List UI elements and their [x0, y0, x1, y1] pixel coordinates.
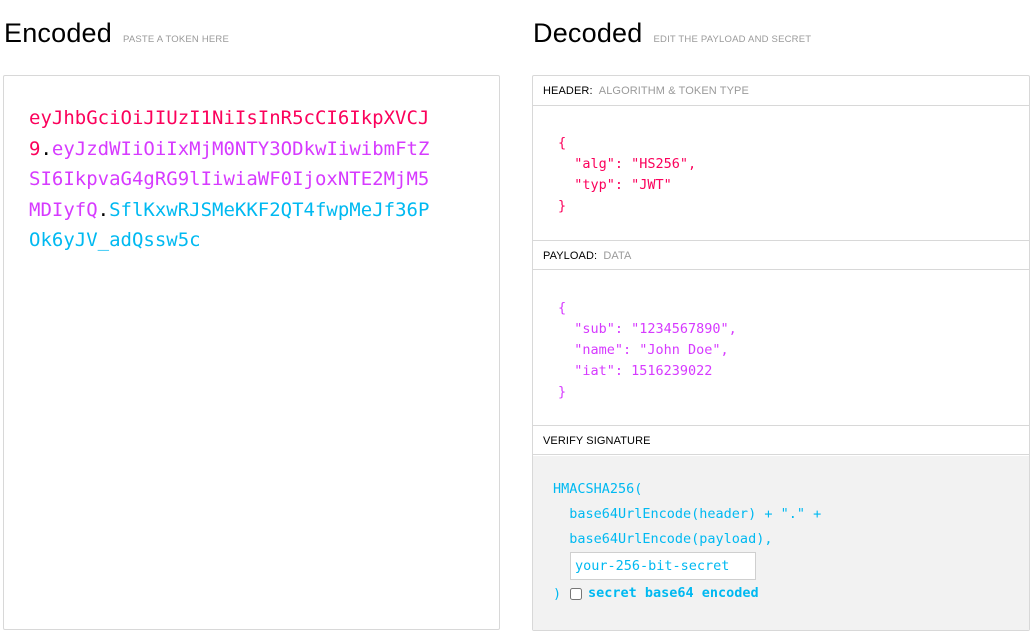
verify-section-title: VERIFY SIGNATURE [533, 425, 1029, 455]
encoded-title-group: Encoded PASTE A TOKEN HERE [4, 18, 229, 49]
payload-json-editor[interactable]: { "sub": "1234567890", "name": "John Doe… [558, 298, 737, 403]
header-section-title: HEADER: ALGORITHM & TOKEN TYPE [533, 76, 1029, 106]
close-paren: ) [553, 586, 562, 602]
verify-section-label: VERIFY SIGNATURE [543, 435, 651, 447]
header-json-editor[interactable]: { "alg": "HS256", "typ": "JWT" } [558, 133, 696, 217]
decoded-title: Decoded [533, 18, 643, 48]
header-encode-line: base64UrlEncode(header) + "." + [553, 506, 822, 522]
secret-base64-checkbox[interactable] [570, 588, 582, 600]
decoded-panel: HEADER: ALGORITHM & TOKEN TYPE { "alg": … [532, 75, 1030, 631]
decoded-subtitle: EDIT THE PAYLOAD AND SECRET [653, 34, 812, 45]
encoded-subtitle: PASTE A TOKEN HERE [123, 34, 230, 45]
decoded-title-group: Decoded EDIT THE PAYLOAD AND SECRET [533, 18, 811, 49]
encoded-title: Encoded [4, 18, 112, 48]
secret-input[interactable] [570, 552, 756, 580]
header-section-sublabel: ALGORITHM & TOKEN TYPE [598, 85, 749, 97]
payload-encode-line: base64UrlEncode(payload), [553, 531, 773, 547]
encoded-token-text[interactable]: eyJhbGciOiJIUzI1NiIsInR5cCI6IkpXVCJ9.eyJ… [29, 103, 439, 256]
encoded-token-editor[interactable]: eyJhbGciOiJIUzI1NiIsInR5cCI6IkpXVCJ9.eyJ… [3, 75, 500, 630]
secret-base64-label[interactable]: secret base64 encoded [588, 585, 759, 601]
header-section-label: HEADER: [543, 85, 593, 97]
payload-section-sublabel: DATA [603, 250, 632, 262]
hmac-line: HMACSHA256( [553, 481, 643, 497]
payload-section-label: PAYLOAD: [543, 250, 598, 262]
verify-signature-body: HMACSHA256( base64UrlEncode(header) + ".… [533, 456, 1029, 630]
token-dot: . [97, 198, 110, 221]
payload-section-title: PAYLOAD: DATA [533, 240, 1029, 270]
token-dot: . [40, 137, 52, 160]
